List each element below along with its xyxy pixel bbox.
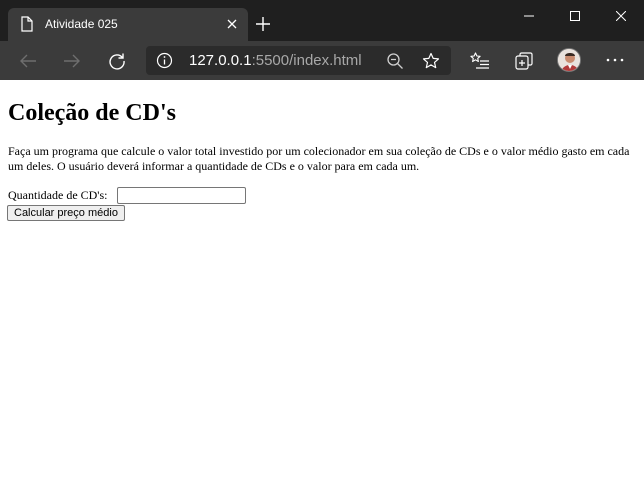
page-content: Coleção de CD's Faça um programa que cal… xyxy=(0,80,644,496)
forward-button[interactable] xyxy=(58,47,86,75)
address-bar[interactable]: 127.0.0.1:5500/index.html xyxy=(146,46,451,75)
more-icon[interactable] xyxy=(604,50,626,70)
tab-active[interactable]: Atividade 025 xyxy=(8,8,248,41)
quantity-label: Quantidade de CD's: xyxy=(8,188,108,202)
calculate-average-button[interactable]: Calcular preço médio xyxy=(7,205,125,221)
back-arrow-icon xyxy=(20,54,36,68)
plus-icon xyxy=(256,17,270,31)
minimize-icon xyxy=(524,15,534,17)
page-title: Coleção de CD's xyxy=(8,100,176,126)
tab-title: Atividade 025 xyxy=(45,17,118,31)
collections-icon[interactable] xyxy=(514,51,534,71)
url-path: :5500/index.html xyxy=(251,52,362,69)
favorites-list-icon[interactable] xyxy=(470,51,490,71)
quantity-input[interactable] xyxy=(117,187,246,204)
profile-picture xyxy=(558,49,580,71)
minimize-button[interactable] xyxy=(506,0,552,32)
reload-icon xyxy=(109,53,125,70)
title-bar: Atividade 025 xyxy=(0,0,644,41)
reload-button[interactable] xyxy=(103,47,131,75)
close-tab-button[interactable] xyxy=(224,16,240,32)
url-host: 127.0.0.1 xyxy=(189,52,252,69)
avatar[interactable] xyxy=(557,48,581,72)
close-icon xyxy=(227,19,237,29)
back-button[interactable] xyxy=(14,47,42,75)
new-tab-button[interactable] xyxy=(253,14,273,34)
description-text: Faça um programa que calcule o valor tot… xyxy=(8,144,630,173)
document-icon xyxy=(21,16,33,32)
forward-arrow-icon xyxy=(64,54,80,68)
maximize-button[interactable] xyxy=(552,0,598,32)
close-icon xyxy=(616,11,626,21)
browser-toolbar: 127.0.0.1:5500/index.html xyxy=(0,41,644,80)
info-icon[interactable] xyxy=(156,52,173,69)
maximize-icon xyxy=(570,11,580,21)
zoom-out-icon[interactable] xyxy=(386,52,404,70)
url-text[interactable]: 127.0.0.1:5500/index.html xyxy=(189,53,362,69)
close-window-button[interactable] xyxy=(598,0,644,32)
star-icon[interactable] xyxy=(422,52,440,70)
